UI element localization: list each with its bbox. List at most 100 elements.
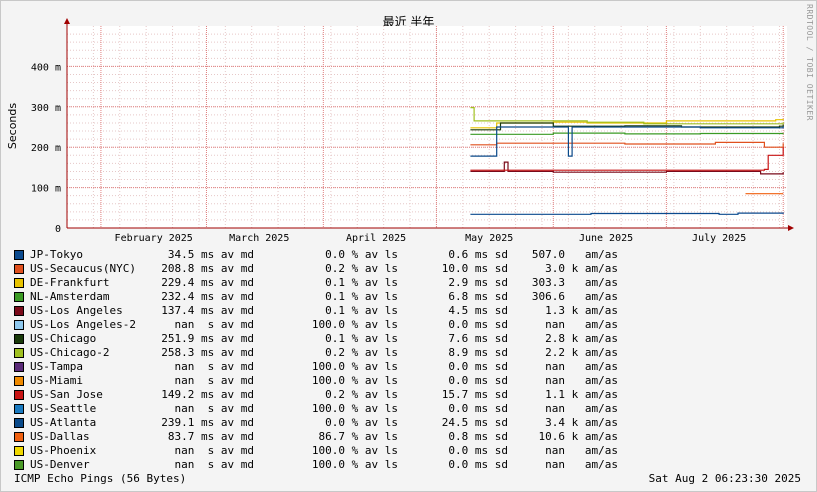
- legend-std-dev: 0.0 ms sd: [448, 318, 508, 331]
- legend-std-dev: 4.5 ms sd: [448, 304, 508, 317]
- legend-avg-loss: 100.0 % av ls: [311, 402, 398, 415]
- legend-swatch: [14, 264, 24, 274]
- legend-avg-median: nan s av md: [174, 318, 254, 331]
- legend-avg-median: 83.7 ms av md: [167, 430, 254, 443]
- legend-avg-loss: 0.1 % av ls: [325, 304, 398, 317]
- legend-std-dev: 2.9 ms sd: [448, 276, 508, 289]
- legend-swatch: [14, 432, 24, 442]
- x-tick-label: May 2025: [465, 233, 513, 244]
- legend-swatch: [14, 418, 24, 428]
- y-axis-arrow: [64, 18, 70, 24]
- legend-std-dev: 0.0 ms sd: [448, 458, 508, 471]
- chart-page: 最近 半年 Seconds RRDTOOL / TOBI OETIKER 0 10…: [0, 0, 817, 492]
- legend-avg-median: nan s av md: [174, 360, 254, 373]
- legend-am-as: 2.2 k am/as: [545, 346, 618, 359]
- legend-am-as: nan am/as: [545, 444, 618, 457]
- legend-avg-median: 229.4 ms av md: [161, 276, 254, 289]
- legend-name: US-Los Angeles-2: [30, 318, 136, 331]
- legend-avg-median: 258.3 ms av md: [161, 346, 254, 359]
- legend-name: US-San Jose: [30, 388, 103, 401]
- legend-am-as: 3.0 k am/as: [545, 262, 618, 275]
- y-tick-label: 0: [55, 224, 61, 235]
- legend-swatch: [14, 306, 24, 316]
- legend-swatch: [14, 404, 24, 414]
- legend-avg-loss: 100.0 % av ls: [311, 444, 398, 457]
- legend-std-dev: 24.5 ms sd: [441, 416, 508, 429]
- y-tick-label: 400 m: [31, 62, 61, 73]
- legend-avg-median: 251.9 ms av md: [161, 332, 254, 345]
- legend-name: US-Miami: [30, 374, 83, 387]
- y-tick-label: 100 m: [31, 184, 61, 195]
- legend-name: US-Dallas: [30, 430, 90, 443]
- legend-std-dev: 10.0 ms sd: [441, 262, 508, 275]
- legend-swatch: [14, 376, 24, 386]
- legend-avg-median: nan s av md: [174, 374, 254, 387]
- legend-swatch: [14, 348, 24, 358]
- footer-timestamp: Sat Aug 2 06:23:30 2025: [648, 472, 801, 485]
- legend-std-dev: 6.8 ms sd: [448, 290, 508, 303]
- legend-am-as: 3.4 k am/as: [545, 416, 618, 429]
- legend-std-dev: 0.0 ms sd: [448, 360, 508, 373]
- legend-avg-loss: 86.7 % av ls: [318, 430, 398, 443]
- legend-avg-median: 239.1 ms av md: [161, 416, 254, 429]
- legend-am-as: nan am/as: [545, 360, 618, 373]
- legend-swatch: [14, 390, 24, 400]
- legend-name: US-Denver: [30, 458, 90, 471]
- legend-am-as: 1.1 k am/as: [545, 388, 618, 401]
- footer-description: ICMP Echo Pings (56 Bytes): [14, 472, 187, 485]
- legend-swatch: [14, 278, 24, 288]
- legend-name: US-Secaucus(NYC): [30, 262, 136, 275]
- legend-swatch: [14, 446, 24, 456]
- legend-avg-loss: 100.0 % av ls: [311, 318, 398, 331]
- legend-std-dev: 7.6 ms sd: [448, 332, 508, 345]
- legend-avg-median: nan s av md: [174, 458, 254, 471]
- legend-am-as: nan am/as: [545, 402, 618, 415]
- legend-std-dev: 0.0 ms sd: [448, 444, 508, 457]
- legend-avg-loss: 0.1 % av ls: [325, 290, 398, 303]
- x-tick-label: February 2025: [115, 233, 193, 244]
- legend-am-as: nan am/as: [545, 374, 618, 387]
- legend-avg-median: 137.4 ms av md: [161, 304, 254, 317]
- x-tick-label: June 2025: [579, 233, 633, 244]
- legend-avg-median: 232.4 ms av md: [161, 290, 254, 303]
- legend-avg-median: 208.8 ms av md: [161, 262, 254, 275]
- legend-name: US-Atlanta: [30, 416, 97, 429]
- legend-am-as: 303.3 am/as: [531, 276, 618, 289]
- legend-am-as: nan am/as: [545, 458, 618, 471]
- legend-avg-loss: 0.2 % av ls: [325, 346, 398, 359]
- legend-am-as: 1.3 k am/as: [545, 304, 618, 317]
- x-tick-label: April 2025: [346, 233, 406, 244]
- legend-name: JP-Tokyo: [30, 248, 83, 261]
- legend-name: DE-Frankfurt: [30, 276, 110, 289]
- legend-std-dev: 15.7 ms sd: [441, 388, 508, 401]
- legend-avg-median: 149.2 ms av md: [161, 388, 254, 401]
- legend-am-as: 10.6 k am/as: [538, 430, 618, 443]
- legend-swatch: [14, 320, 24, 330]
- legend-name: US-Chicago: [30, 332, 97, 345]
- legend-std-dev: 0.6 ms sd: [448, 248, 508, 261]
- legend-avg-loss: 0.1 % av ls: [325, 276, 398, 289]
- legend-std-dev: 8.9 ms sd: [448, 346, 508, 359]
- legend-name: US-Tampa: [30, 360, 83, 373]
- plot-area: 0 100 m 200 m 300 m 400 m February 2025 March …: [31, 18, 794, 244]
- legend-am-as: 2.8 k am/as: [545, 332, 618, 345]
- x-axis-arrow: [788, 225, 794, 231]
- legend-std-dev: 0.0 ms sd: [448, 374, 508, 387]
- legend-avg-median: 34.5 ms av md: [167, 248, 254, 261]
- legend-avg-loss: 0.2 % av ls: [325, 388, 398, 401]
- y-tick-label: 300 m: [31, 103, 61, 114]
- legend-avg-median: nan s av md: [174, 402, 254, 415]
- legend-name: NL-Amsterdam: [30, 290, 110, 303]
- legend-std-dev: 0.0 ms sd: [448, 402, 508, 415]
- legend-swatch: [14, 362, 24, 372]
- legend-am-as: nan am/as: [545, 318, 618, 331]
- legend-am-as: 507.0 am/as: [531, 248, 618, 261]
- legend-name: US-Seattle: [30, 402, 97, 415]
- legend-std-dev: 0.8 ms sd: [448, 430, 508, 443]
- legend-avg-loss: 0.0 % av ls: [325, 248, 398, 261]
- x-tick-label: July 2025: [692, 233, 746, 244]
- legend-avg-loss: 100.0 % av ls: [311, 458, 398, 471]
- x-tick-label: March 2025: [229, 233, 289, 244]
- legend-name: US-Phoenix: [30, 444, 97, 457]
- y-tick-label: 200 m: [31, 143, 61, 154]
